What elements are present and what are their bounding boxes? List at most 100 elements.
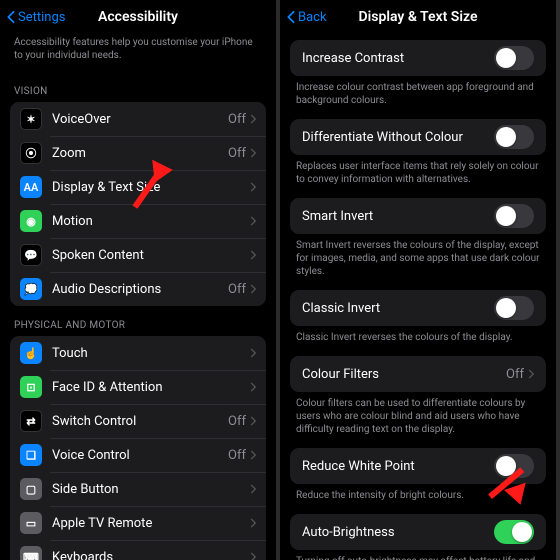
- navbar: Back Display & Text Size: [280, 0, 556, 34]
- voiceover-icon: ✶: [20, 108, 42, 130]
- settings-row-appletv[interactable]: ▭ Apple TV Remote: [10, 506, 266, 540]
- chevron-right-icon: [250, 284, 256, 294]
- chevron-right-icon: [250, 484, 256, 494]
- row-label: Smart Invert: [302, 209, 494, 224]
- chevron-right-icon: [250, 250, 256, 260]
- toggle-switch[interactable]: [494, 296, 534, 320]
- row-status: Off: [228, 146, 246, 161]
- setting-row[interactable]: Colour FiltersOff: [290, 356, 546, 392]
- row-label: Colour Filters: [302, 367, 506, 382]
- chevron-left-icon: [6, 10, 16, 24]
- row-label: VoiceOver: [52, 112, 228, 127]
- row-label: Spoken Content: [52, 248, 250, 263]
- back-label: Settings: [18, 10, 65, 25]
- row-label: Touch: [52, 346, 250, 361]
- row-description: Colour filters can be used to differenti…: [280, 392, 556, 448]
- display-text-size-screen: Back Display & Text Size Increase Contra…: [280, 0, 556, 560]
- chevron-right-icon: [250, 450, 256, 460]
- row-label: Reduce White Point: [302, 459, 494, 474]
- page-title: Accessibility: [98, 9, 178, 25]
- row-description: Classic Invert reverses the colours of t…: [280, 326, 556, 356]
- navbar: Settings Accessibility: [0, 0, 276, 34]
- chevron-left-icon: [286, 10, 296, 24]
- row-label: Side Button: [52, 482, 250, 497]
- switch-icon: ⇄: [20, 410, 42, 432]
- accessibility-screen: Settings Accessibility Accessibility fea…: [0, 0, 276, 560]
- row-status: Off: [228, 448, 246, 463]
- row-label: Zoom: [52, 146, 228, 161]
- settings-row-motion[interactable]: ◉ Motion: [10, 204, 266, 238]
- settings-row-audio-desc[interactable]: 💭Audio DescriptionsOff: [10, 272, 266, 306]
- chevron-right-icon: [250, 518, 256, 528]
- voice-icon: ❏: [20, 444, 42, 466]
- side-icon: ▢: [20, 478, 42, 500]
- intro-text: Accessibility features help you customis…: [0, 34, 276, 72]
- settings-row-zoom[interactable]: ⦿ ZoomOff: [10, 136, 266, 170]
- row-label: Audio Descriptions: [52, 282, 228, 297]
- settings-row-voiceover[interactable]: ✶ VoiceOverOff: [10, 102, 266, 136]
- chevron-right-icon: [250, 216, 256, 226]
- settings-row-side[interactable]: ▢ Side Button: [10, 472, 266, 506]
- back-button[interactable]: Settings: [6, 10, 65, 25]
- setting-row[interactable]: Auto-Brightness: [290, 514, 546, 550]
- chevron-right-icon: [250, 182, 256, 192]
- toggle-switch[interactable]: [494, 46, 534, 70]
- settings-row-keyboards[interactable]: ⌨ Keyboards: [10, 540, 266, 560]
- row-description: Increase colour contrast between app for…: [280, 76, 556, 119]
- row-label: Motion: [52, 214, 250, 229]
- page-title: Display & Text Size: [359, 9, 478, 25]
- section-header: VISION: [0, 72, 276, 102]
- toggle-switch[interactable]: [494, 454, 534, 478]
- row-label: Apple TV Remote: [52, 516, 250, 531]
- chevron-right-icon: [250, 416, 256, 426]
- row-label: Classic Invert: [302, 301, 494, 316]
- row-label: Display & Text Size: [52, 180, 250, 195]
- setting-row[interactable]: Reduce White Point: [290, 448, 546, 484]
- scroll-area[interactable]: Accessibility features help you customis…: [0, 34, 276, 560]
- settings-row-display-text[interactable]: AA Display & Text Size: [10, 170, 266, 204]
- toggle-switch[interactable]: [494, 520, 534, 544]
- row-status: Off: [228, 112, 246, 127]
- display-text-icon: AA: [20, 176, 42, 198]
- row-status: Off: [228, 414, 246, 429]
- chevron-right-icon: [250, 382, 256, 392]
- back-button[interactable]: Back: [286, 10, 327, 25]
- row-description: Reduce the intensity of bright colours.: [280, 484, 556, 514]
- section-header: PHYSICAL AND MOTOR: [0, 306, 276, 336]
- settings-row-faceid[interactable]: ⊡ Face ID & Attention: [10, 370, 266, 404]
- row-status: Off: [228, 282, 246, 297]
- row-label: Differentiate Without Colour: [302, 130, 494, 145]
- setting-row[interactable]: Classic Invert: [290, 290, 546, 326]
- row-label: Increase Contrast: [302, 51, 494, 66]
- row-label: Voice Control: [52, 448, 228, 463]
- motion-icon: ◉: [20, 210, 42, 232]
- row-label: Keyboards: [52, 550, 250, 560]
- setting-row[interactable]: Increase Contrast: [290, 40, 546, 76]
- toggle-switch[interactable]: [494, 204, 534, 228]
- row-description: Replaces user interface items that rely …: [280, 155, 556, 198]
- settings-row-voice[interactable]: ❏ Voice ControlOff: [10, 438, 266, 472]
- settings-group: ✶VoiceOverOff⦿ZoomOffAADisplay & Text Si…: [10, 102, 266, 306]
- chevron-right-icon: [250, 148, 256, 158]
- chevron-right-icon: [250, 114, 256, 124]
- row-description: Turning off auto-brightness may affect b…: [280, 550, 556, 560]
- settings-group: ☝Touch ⊡ Face ID & Attention ⇄ Switch Contro…: [10, 336, 266, 560]
- keyboards-icon: ⌨: [20, 546, 42, 560]
- settings-row-touch[interactable]: ☝Touch: [10, 336, 266, 370]
- zoom-icon: ⦿: [20, 142, 42, 164]
- scroll-area[interactable]: Increase Contrast Increase colour contras…: [280, 34, 556, 560]
- spoken-icon: 💬: [20, 244, 42, 266]
- setting-row[interactable]: Smart Invert: [290, 198, 546, 234]
- row-label: Auto-Brightness: [302, 525, 494, 540]
- settings-row-switch[interactable]: ⇄ Switch ControlOff: [10, 404, 266, 438]
- row-label: Face ID & Attention: [52, 380, 250, 395]
- setting-row[interactable]: Differentiate Without Colour: [290, 119, 546, 155]
- chevron-right-icon: [528, 369, 534, 379]
- row-label: Switch Control: [52, 414, 228, 429]
- row-status: Off: [506, 367, 524, 382]
- toggle-switch[interactable]: [494, 125, 534, 149]
- chevron-right-icon: [250, 552, 256, 560]
- appletv-icon: ▭: [20, 512, 42, 534]
- faceid-icon: ⊡: [20, 376, 42, 398]
- settings-row-spoken[interactable]: 💬 Spoken Content: [10, 238, 266, 272]
